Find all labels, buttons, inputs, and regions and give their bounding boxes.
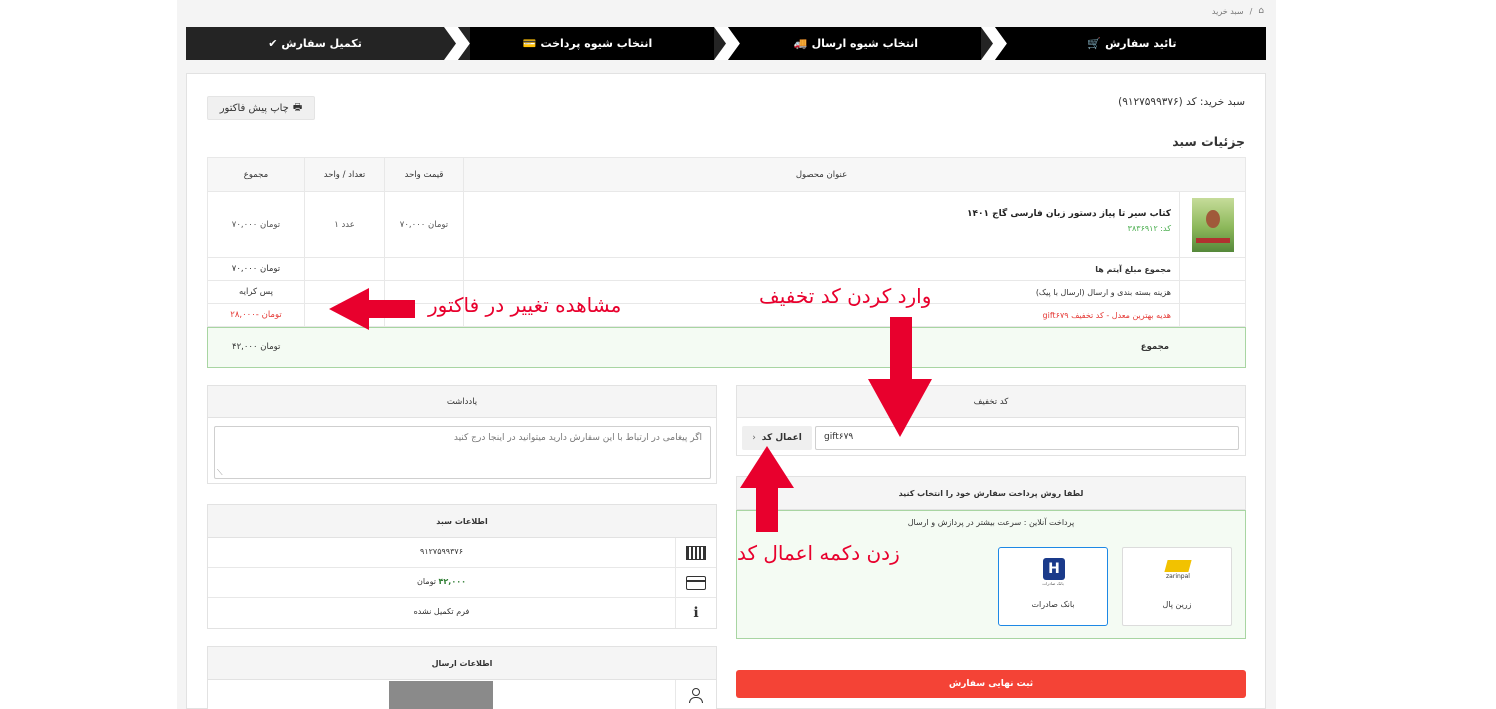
credit-card-icon: 💳 xyxy=(522,37,537,50)
summary-discount-value: ۲۸,۰۰۰- تومان xyxy=(208,304,305,327)
annotation-arrow-left xyxy=(329,288,415,330)
grand-total-label: مجموع xyxy=(1140,342,1169,352)
breadcrumb: ⌂ / سبد خرید xyxy=(1212,6,1264,16)
summary-empty xyxy=(1180,258,1245,281)
annotation-invoice-change: مشاهده تغییر در فاکتور xyxy=(428,293,622,317)
truck-icon: 🚚 xyxy=(793,37,808,50)
payment-options-area: پرداخت آنلاین : سرعت بیشتر در پردازش و ا… xyxy=(736,510,1246,639)
cart-info-value: ۹۱۲۷۵۹۹۳۷۶ xyxy=(420,547,463,556)
payment-panel-title: لطفا روش پرداخت سفارش خود را انتخاب کنید xyxy=(737,477,1245,510)
step-shipping-method[interactable]: انتخاب شیوه ارسال 🚚 xyxy=(731,27,981,60)
cart-table: مجموع تعداد / واحد قیمت واحد عنوان محصول… xyxy=(207,157,1246,368)
payment-option-saderat[interactable]: H بانک صادرات بانک صادرات xyxy=(998,547,1108,626)
submit-order-button[interactable]: ثبت نهایی سفارش xyxy=(736,670,1246,698)
header-qty: تعداد / واحد xyxy=(305,158,385,192)
step-confirm-order[interactable]: تائید سفارش 🛒 xyxy=(998,27,1266,60)
cart-info-status: فرم تکمیل نشده xyxy=(413,607,470,616)
apply-code-label: اعمال کد xyxy=(761,433,802,443)
cart-card: سبد خرید: کد (۹۱۲۷۵۹۹۳۷۶) 🖶 چاپ پیش فاکت… xyxy=(186,73,1266,709)
print-icon: 🖶 xyxy=(292,101,303,113)
cart-info-panel: اطلاعات سبد ۹۱۲۷۵۹۹۳۷۶ ۴۲,۰۰۰ تومان فرم … xyxy=(207,504,717,629)
user-icon xyxy=(675,680,716,709)
breadcrumb-current: سبد خرید xyxy=(1211,6,1244,16)
chevron-left-icon: ‹ xyxy=(752,433,756,443)
step-separator xyxy=(714,27,740,60)
zarinpal-label: زرین پال xyxy=(1162,600,1192,609)
shipping-info-title: اطلاعات ارسال xyxy=(208,647,716,680)
grand-total-row: ۴۲,۰۰۰ تومان مجموع xyxy=(207,327,1246,368)
barcode-icon xyxy=(675,538,716,567)
saderat-label: بانک صادرات xyxy=(1031,600,1075,609)
note-panel-title: یادداشت xyxy=(208,386,716,418)
payment-option-zarinpal[interactable]: zarinpal زرین پال xyxy=(1122,547,1232,626)
item-total: ۷۰,۰۰۰ تومان xyxy=(208,192,305,258)
cart-info-amount: ۴۲,۰۰۰ xyxy=(438,577,466,586)
cart-info-unit: تومان xyxy=(417,577,436,586)
discount-panel-title: کد تخفیف xyxy=(737,386,1245,418)
book-cover-image[interactable] xyxy=(1191,197,1234,252)
info-icon: ℹ xyxy=(675,598,716,628)
zarinpal-logo-text: zarinpal xyxy=(1166,573,1190,580)
discount-panel: کد تخفیف gift۶۷۹ اعمال کد ‹ xyxy=(736,385,1246,456)
summary-empty xyxy=(1180,281,1245,304)
payment-subtitle: پرداخت آنلاین : سرعت بیشتر در پردازش و ا… xyxy=(907,518,1075,527)
item-unit-price: ۷۰,۰۰۰ تومان xyxy=(385,192,464,258)
cart-info-row: ۴۲,۰۰۰ تومان xyxy=(208,568,716,598)
item-title-cell: کتاب سیر تا پیاز دستور زبان فارسی گاج ۱۴… xyxy=(464,192,1180,258)
print-invoice-label: چاپ پیش فاکتور xyxy=(219,102,289,114)
summary-items-value: ۷۰,۰۰۰ تومان xyxy=(208,258,305,281)
cart-icon: 🛒 xyxy=(1087,37,1102,50)
note-placeholder: اگر پیغامی در ارتباط با این سفارش دارید … xyxy=(453,433,702,443)
header-title: عنوان محصول xyxy=(464,158,1179,192)
cart-details-title: جزئیات سبد xyxy=(1172,134,1245,149)
discount-code-value: gift۶۷۹ xyxy=(824,432,854,442)
checkout-stepper: تائید سفارش 🛒 انتخاب شیوه ارسال 🚚 انتخاب… xyxy=(186,27,1266,60)
step-label-confirm: تائید سفارش xyxy=(1105,37,1177,50)
item-thumb-cell xyxy=(1180,192,1245,258)
cart-info-amount-cell: ۴۲,۰۰۰ تومان xyxy=(208,577,675,586)
item-name[interactable]: کتاب سیر تا پیاز دستور زبان فارسی گاج ۱۴… xyxy=(967,209,1171,219)
shipping-info-panel: اطلاعات ارسال xyxy=(207,646,717,709)
annotation-enter-code: وارد کردن کد تخفیف xyxy=(759,284,932,308)
submit-order-label: ثبت نهایی سفارش xyxy=(948,679,1034,689)
breadcrumb-separator: / xyxy=(1249,6,1253,16)
annotation-press-apply: زدن دکمه اعمال کد xyxy=(737,541,900,565)
step-payment-method[interactable]: انتخاب شیوه پرداخت 💳 xyxy=(461,27,714,60)
cart-info-title: اطلاعات سبد xyxy=(208,505,716,538)
annotation-arrow-up xyxy=(740,446,794,532)
note-panel: یادداشت اگر پیغامی در ارتباط با این سفار… xyxy=(207,385,717,484)
page-background: ⌂ / سبد خرید تائید سفارش 🛒 انتخاب شیوه ا… xyxy=(177,0,1276,709)
step-label-payment: انتخاب شیوه پرداخت xyxy=(540,37,653,50)
step-separator xyxy=(981,27,1007,60)
saderat-logo: H xyxy=(1043,558,1065,580)
shipping-map-placeholder xyxy=(389,681,493,709)
item-code: کد: ۳۸۳۶۹۱۲ xyxy=(1127,224,1171,233)
summary-empty xyxy=(385,258,464,281)
grand-total-value: ۴۲,۰۰۰ تومان xyxy=(232,342,281,352)
summary-shipping-value: پس کرایه xyxy=(208,281,305,304)
step-label-shipping: انتخاب شیوه ارسال xyxy=(811,37,919,50)
saderat-logo-text: بانک صادرات xyxy=(1042,581,1064,586)
summary-empty xyxy=(305,258,385,281)
resize-handle-icon[interactable]: ⟋ xyxy=(217,468,223,478)
header-unit-price: قیمت واحد xyxy=(385,158,464,192)
zarinpal-logo: zarinpal xyxy=(1163,560,1193,582)
home-icon[interactable]: ⌂ xyxy=(1258,6,1264,16)
summary-items-label: مجموع مبلغ آیتم ها xyxy=(464,258,1180,281)
cart-info-row: ۹۱۲۷۵۹۹۳۷۶ xyxy=(208,538,716,568)
annotation-arrow-down xyxy=(868,317,932,437)
step-separator xyxy=(444,27,470,60)
card-icon xyxy=(675,568,716,597)
step-complete-order[interactable]: تکمیل سفارش ✔ xyxy=(186,27,444,60)
cart-info-row: فرم تکمیل نشده ℹ xyxy=(208,598,716,628)
summary-empty xyxy=(1180,304,1245,327)
note-textarea[interactable]: اگر پیغامی در ارتباط با این سفارش دارید … xyxy=(214,426,711,479)
step-label-complete: تکمیل سفارش xyxy=(281,37,362,50)
header-total: مجموع xyxy=(208,158,305,192)
item-qty: ۱ عدد xyxy=(305,192,385,258)
print-invoice-button[interactable]: 🖶 چاپ پیش فاکتور xyxy=(207,96,315,120)
check-icon: ✔ xyxy=(268,37,278,50)
cart-title: سبد خرید: کد (۹۱۲۷۵۹۹۳۷۶) xyxy=(1118,96,1245,108)
